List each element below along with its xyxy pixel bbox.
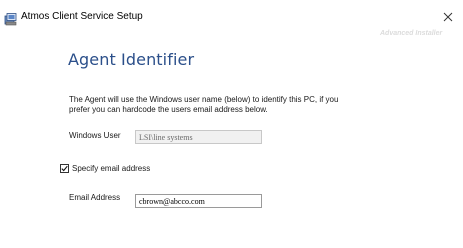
title-bar: Atmos Client Service Setup: [0, 0, 463, 30]
description-line-2: prefer you can hardcode the users email …: [69, 105, 268, 114]
description-line-1: The Agent will use the Windows user name…: [69, 95, 339, 104]
installer-icon: [4, 12, 18, 26]
installer-watermark: Advanced Installer: [380, 30, 443, 37]
windows-user-label: Windows User: [69, 131, 121, 140]
email-address-input[interactable]: [135, 194, 262, 208]
email-address-label: Email Address: [69, 193, 121, 202]
checkmark-icon: [61, 165, 68, 171]
windows-user-field: [135, 130, 262, 144]
close-button[interactable]: [440, 9, 456, 25]
specify-email-checkbox[interactable]: [60, 163, 69, 173]
specify-email-checkbox-row[interactable]: Specify email address: [60, 162, 150, 174]
close-icon: [443, 12, 453, 22]
page-description: The Agent will use the Windows user name…: [69, 95, 399, 115]
specify-email-label[interactable]: Specify email address: [72, 164, 150, 173]
page-title: Agent Identifier: [68, 50, 195, 69]
window-title: Atmos Client Service Setup: [21, 11, 143, 22]
